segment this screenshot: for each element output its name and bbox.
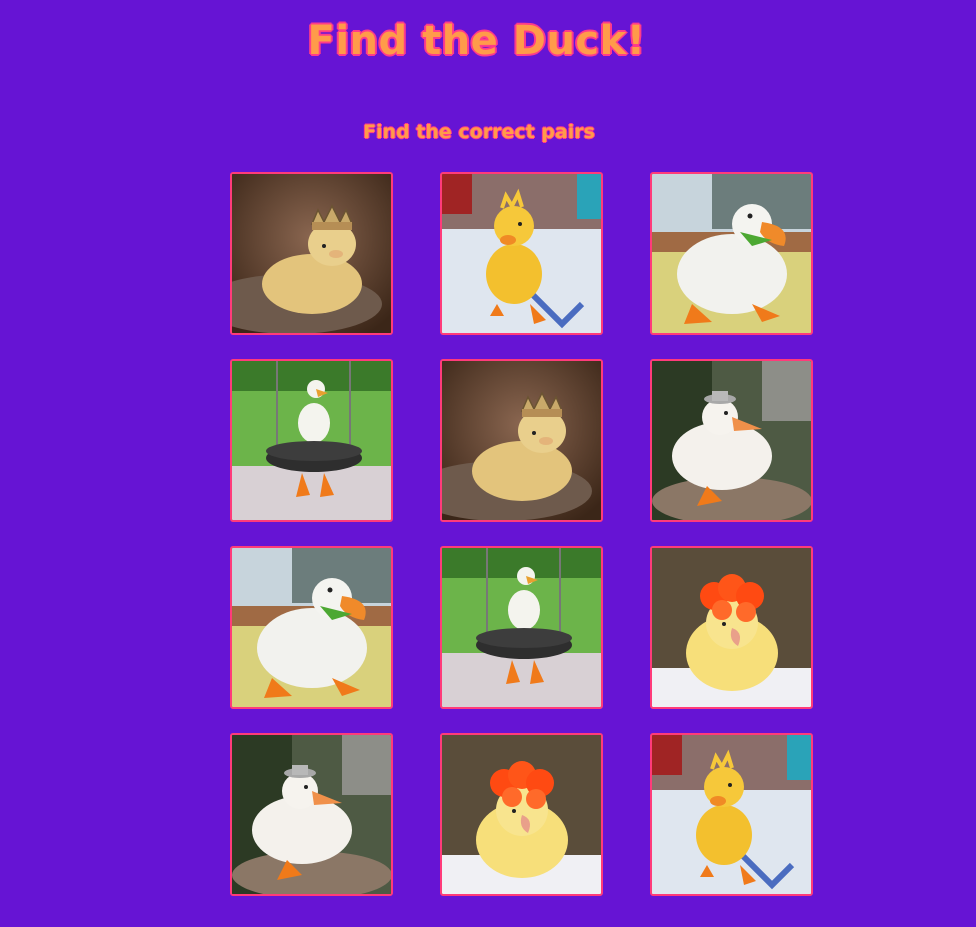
game-page: Find the Duck! Find the correct pairs <box>0 0 976 927</box>
card-grid <box>230 172 813 896</box>
white-duck-lettuce-image <box>652 174 811 333</box>
memory-card[interactable] <box>650 546 813 709</box>
memory-card[interactable] <box>440 359 603 522</box>
memory-card[interactable] <box>650 172 813 335</box>
game-subtitle: Find the correct pairs <box>363 121 595 143</box>
memory-card[interactable] <box>440 546 603 709</box>
memory-card[interactable] <box>230 733 393 896</box>
white-duck-lettuce-image <box>232 548 391 707</box>
duckling-standing-image <box>442 174 601 333</box>
memory-card[interactable] <box>650 359 813 522</box>
duckling-crown-image <box>232 174 391 333</box>
duckling-flower-hat-image <box>652 548 811 707</box>
memory-card[interactable] <box>230 546 393 709</box>
memory-card[interactable] <box>230 172 393 335</box>
memory-card[interactable] <box>440 172 603 335</box>
memory-card[interactable] <box>650 733 813 896</box>
game-title: Find the Duck! <box>307 18 646 64</box>
duckling-flower-hat-image <box>442 735 601 894</box>
white-duck-hat-image <box>652 361 811 520</box>
white-duck-hat-image <box>232 735 391 894</box>
duckling-standing-image <box>652 735 811 894</box>
memory-card[interactable] <box>440 733 603 896</box>
memory-card[interactable] <box>230 359 393 522</box>
duck-tire-swing-image <box>232 361 391 520</box>
duck-tire-swing-image <box>442 548 601 707</box>
duckling-crown-image <box>442 361 601 520</box>
